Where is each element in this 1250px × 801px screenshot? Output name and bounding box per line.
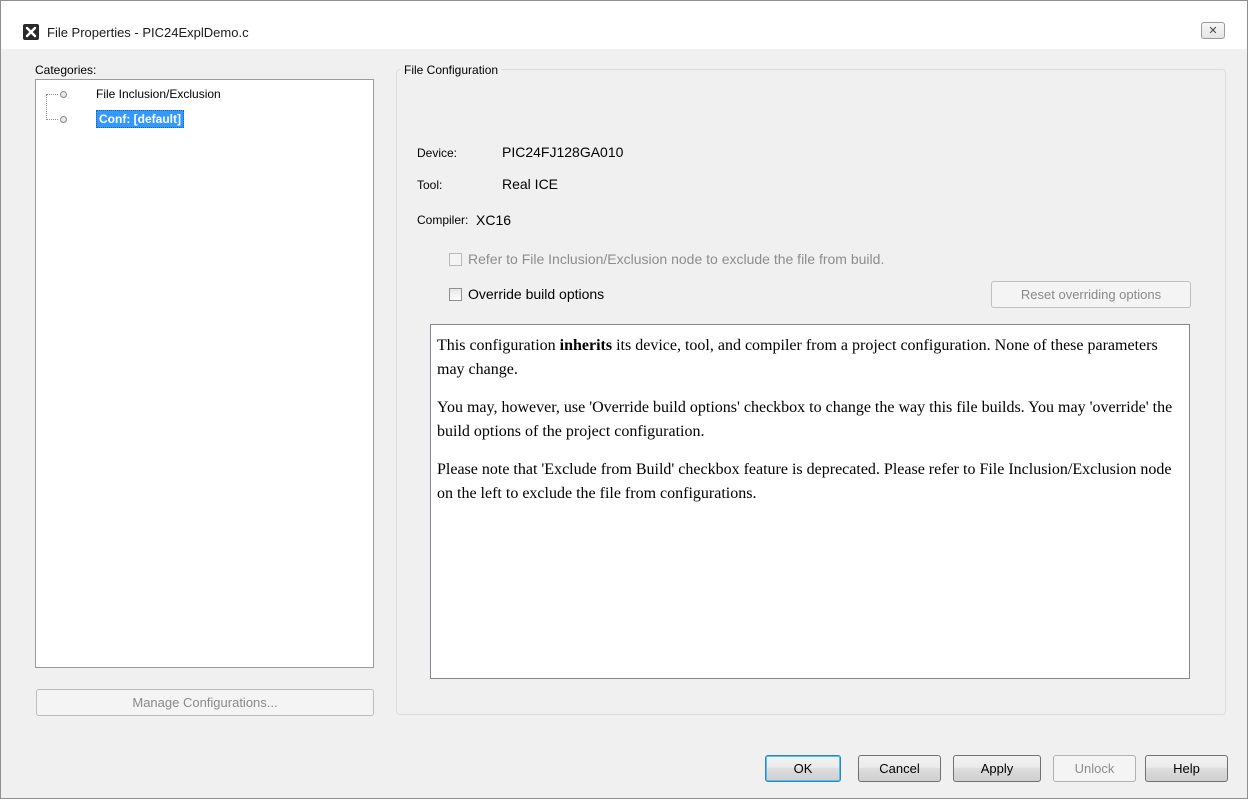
tree-connector <box>46 94 61 120</box>
override-build-options-label[interactable]: Override build options <box>468 286 604 302</box>
refer-exclusion-label: Refer to File Inclusion/Exclusion node t… <box>468 251 885 267</box>
description-paragraph: This configuration inherits its device, … <box>437 334 1183 382</box>
window-title: File Properties - PIC24ExplDemo.c <box>47 25 249 40</box>
override-build-options-checkbox[interactable] <box>449 288 462 301</box>
override-build-options-row[interactable]: Override build options <box>449 286 604 302</box>
manage-configurations-button[interactable]: Manage Configurations... <box>36 689 374 716</box>
tree-item-file-inclusion-exclusion[interactable]: File Inclusion/Exclusion <box>96 87 221 101</box>
mplab-app-icon <box>23 24 39 40</box>
cancel-button[interactable]: Cancel <box>858 755 941 782</box>
tree-connector <box>46 119 58 120</box>
close-icon: ✕ <box>1208 25 1218 37</box>
configuration-description: This configuration inherits its device, … <box>430 324 1190 679</box>
categories-tree[interactable]: File Inclusion/Exclusion Conf: [default] <box>35 79 374 668</box>
tool-label: Tool: <box>417 178 443 192</box>
apply-button[interactable]: Apply <box>953 755 1041 782</box>
description-paragraph: You may, however, use 'Override build op… <box>437 399 1173 440</box>
device-value: PIC24FJ128GA010 <box>502 144 624 160</box>
description-text: This configuration <box>437 337 560 354</box>
reset-overriding-options-button[interactable]: Reset overriding options <box>991 281 1191 308</box>
device-label: Device: <box>417 146 458 160</box>
description-paragraph: Please note that 'Exclude from Build' ch… <box>437 461 1172 502</box>
ok-button[interactable]: OK <box>765 755 841 782</box>
refer-exclusion-checkbox <box>449 253 462 266</box>
compiler-label: Compiler: <box>417 213 469 227</box>
categories-label: Categories: <box>35 63 97 77</box>
help-button[interactable]: Help <box>1145 755 1228 782</box>
tool-value: Real ICE <box>502 176 559 192</box>
unlock-button[interactable]: Unlock <box>1053 755 1136 782</box>
close-button[interactable]: ✕ <box>1201 22 1225 39</box>
file-properties-dialog: File Properties - PIC24ExplDemo.c ✕ Cate… <box>0 0 1248 799</box>
tree-node-icon <box>60 116 67 123</box>
file-configuration-legend: File Configuration <box>401 63 502 77</box>
title-bar: File Properties - PIC24ExplDemo.c ✕ <box>1 1 1247 49</box>
tree-connector <box>46 94 58 95</box>
compiler-value: XC16 <box>476 212 512 228</box>
description-emphasis: inherits <box>559 337 613 354</box>
tree-item-conf-default[interactable]: Conf: [default] <box>96 110 184 128</box>
refer-exclusion-checkbox-row: Refer to File Inclusion/Exclusion node t… <box>449 251 884 267</box>
tree-node-icon <box>60 91 67 98</box>
